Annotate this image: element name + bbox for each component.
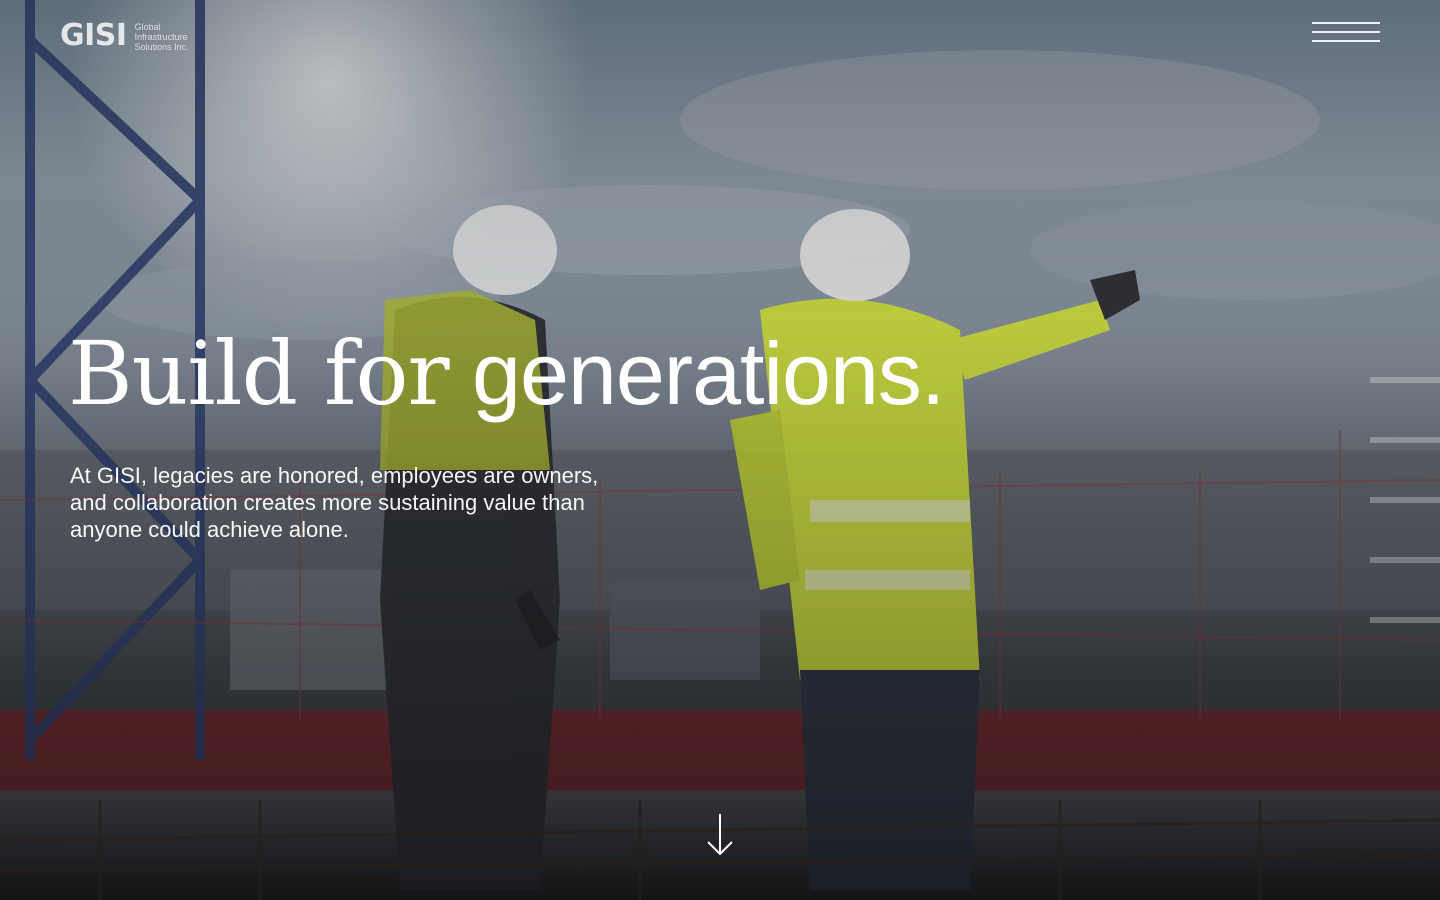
hero-headline: Build for generations. (68, 322, 945, 426)
hero-section: GISI Global Infrastructure Solutions Inc… (0, 0, 1440, 900)
headline-sans-part: generations. (472, 324, 945, 423)
logo-line-1: Global (134, 22, 161, 32)
scroll-down-button[interactable] (706, 814, 734, 856)
logo-line-3: Solutions Inc. (134, 42, 189, 52)
logo-line-2: Infrastructure (134, 32, 188, 42)
logo-company-name: Global Infrastructure Solutions Inc. (135, 22, 189, 52)
hero-tagline: At GISI, legacies are honored, employees… (70, 463, 599, 542)
arrow-down-icon (707, 814, 733, 856)
menu-button[interactable] (1312, 22, 1380, 44)
menu-line (1312, 40, 1380, 42)
logo-mark: GISI (60, 18, 127, 53)
menu-line (1312, 31, 1380, 33)
menu-line (1312, 22, 1380, 24)
site-logo[interactable]: GISI Global Infrastructure Solutions Inc… (60, 18, 189, 53)
hero-overlay (0, 0, 1440, 900)
headline-serif-part: Build for (68, 322, 450, 425)
